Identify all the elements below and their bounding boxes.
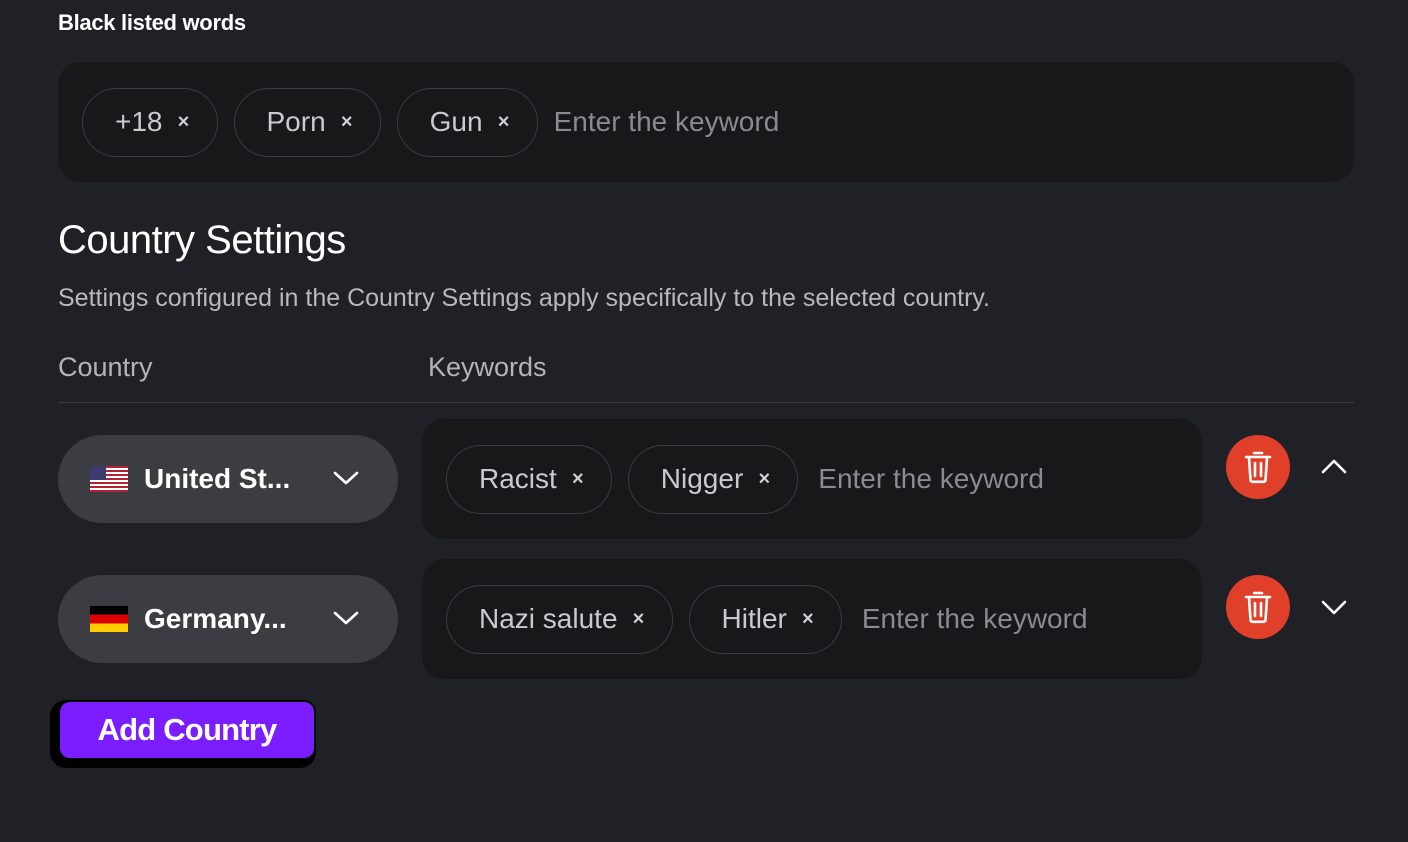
country-keyword-input[interactable] <box>861 599 1182 639</box>
chip-label: Racist <box>479 463 557 494</box>
keyword-chip: Racist × <box>446 444 612 514</box>
chevron-down-icon <box>333 611 359 625</box>
country-keyword-box[interactable]: Racist × Nigger × <box>422 419 1202 539</box>
keyword-chip: Nigger × <box>627 444 799 514</box>
chevron-down-icon <box>333 471 359 485</box>
delete-country-button[interactable] <box>1226 435 1290 499</box>
trash-icon <box>1244 451 1272 484</box>
country-keyword-box[interactable]: Nazi salute × Hitler × <box>422 559 1202 679</box>
blacklist-label: Black listed words <box>58 10 246 35</box>
chip-label: Porn <box>266 106 326 137</box>
column-header-country: Country <box>58 352 153 382</box>
de-flag-icon <box>90 606 128 632</box>
us-flag-icon <box>90 466 128 492</box>
divider <box>58 402 1354 403</box>
country-select[interactable]: Germany... <box>58 575 398 663</box>
add-country-button[interactable]: Add Country <box>58 700 316 760</box>
blacklist-keyword-input[interactable] <box>553 102 874 142</box>
section-description: Settings configured in the Country Setti… <box>58 284 990 312</box>
remove-chip-icon[interactable]: × <box>571 469 585 489</box>
section-title: Country Settings <box>58 218 346 262</box>
chip-label: Nigger <box>660 463 744 494</box>
delete-country-button[interactable] <box>1226 575 1290 639</box>
country-name: Germany... <box>144 603 287 634</box>
remove-chip-icon[interactable]: × <box>757 469 771 489</box>
keyword-chip: +18 × <box>82 87 218 157</box>
chip-label: Gun <box>429 106 483 137</box>
remove-chip-icon[interactable]: × <box>340 112 354 132</box>
remove-chip-icon[interactable]: × <box>497 112 511 132</box>
keyword-chip: Nazi salute × <box>446 584 673 654</box>
remove-chip-icon[interactable]: × <box>632 609 646 629</box>
remove-chip-icon[interactable]: × <box>801 609 815 629</box>
keyword-chip: Gun × <box>396 87 538 157</box>
column-header-keywords: Keywords <box>428 352 547 382</box>
trash-icon <box>1244 591 1272 624</box>
remove-chip-icon[interactable]: × <box>177 112 191 132</box>
blacklist-keyword-box[interactable]: +18 × Porn × Gun × <box>58 62 1354 182</box>
keyword-chip: Porn × <box>233 87 381 157</box>
chip-label: Nazi salute <box>479 603 618 634</box>
country-name: United St... <box>144 463 291 494</box>
chip-label: +18 <box>115 106 163 137</box>
country-select[interactable]: United St... <box>58 435 398 523</box>
chevron-up-icon[interactable] <box>1318 455 1350 479</box>
chevron-down-icon[interactable] <box>1318 595 1350 619</box>
keyword-chip: Hitler × <box>688 584 842 654</box>
chip-label: Hitler <box>721 603 787 634</box>
country-keyword-input[interactable] <box>818 459 1139 499</box>
